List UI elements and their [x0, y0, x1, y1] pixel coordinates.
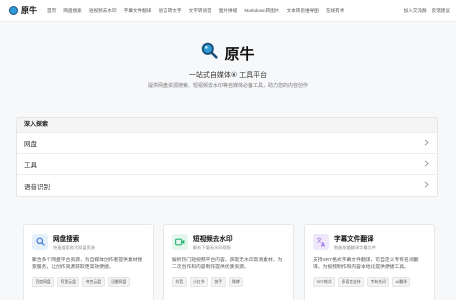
- nav-item-online[interactable]: 在线有术: [326, 8, 344, 14]
- nav-right: 加入交流群 反馈建议: [404, 0, 450, 22]
- chevron-right-icon: [424, 160, 429, 169]
- logo-text: 原牛: [21, 6, 37, 15]
- chevron-right-icon: [424, 139, 429, 148]
- tag: AI翻译: [392, 277, 411, 288]
- logo[interactable]: 原牛: [9, 5, 37, 16]
- card-title: 短视频去水印: [193, 236, 233, 243]
- card-subtitle: 快速搜索各大网盘资源: [53, 244, 95, 250]
- hero-description: 提供网盘资源搜索、短视频去水印等自媒体必备工具，助力您的内容创作: [147, 83, 308, 89]
- video-icon: [172, 233, 188, 250]
- feature-card-netdisk-search[interactable]: 网盘搜索 快速搜索各大网盘资源 聚合多个网盘平台资源，为自媒体创作者提供素材搜索…: [23, 224, 154, 300]
- nav-item-home[interactable]: 首页: [47, 8, 56, 14]
- magnifier-logo-icon: [201, 42, 219, 64]
- card-tags: 抖音 小红书 快手 微博: [172, 277, 285, 288]
- nav-item-netdisk-search[interactable]: 网盘搜索: [63, 8, 81, 14]
- feedback-link[interactable]: 反馈建议: [432, 8, 450, 14]
- tag: 夸克云盘: [82, 277, 105, 288]
- join-group-link[interactable]: 加入交流群: [404, 8, 427, 14]
- nav-item-image-stitch[interactable]: 图片拼缝: [219, 8, 237, 14]
- nav-item-mindmap[interactable]: 文本转思维导图: [287, 8, 319, 14]
- hero-title: 原牛: [224, 45, 255, 63]
- tag: 百度网盘: [32, 277, 55, 288]
- explore-row-speech[interactable]: 语音识别: [17, 175, 437, 196]
- tag: 微博: [228, 277, 244, 288]
- svg-text:A: A: [321, 242, 325, 247]
- explore-panel: 深入探索 网盘 工具 语音识别: [16, 117, 438, 197]
- card-description: 聚合多个网盘平台资源，为自媒体创作者提供素材搜索服务，让创作资源获取更高效便捷。: [32, 257, 143, 270]
- tag: 专有名词: [367, 277, 390, 288]
- chevron-right-icon: [424, 181, 429, 190]
- tag: 快手: [210, 277, 226, 288]
- explore-row-label: 网盘: [24, 141, 37, 148]
- feature-card-watermark-removal[interactable]: 短视频去水印 解析下载无水印视频 解析热门短视频平台内容，获取无水印高清素材，为…: [163, 224, 294, 300]
- card-header: 网盘搜索 快速搜索各大网盘资源: [32, 233, 145, 251]
- nav-item-speech-to-text[interactable]: 语言转文字: [159, 8, 182, 14]
- explore-row-netdisk[interactable]: 网盘: [17, 133, 437, 154]
- nav-item-watermark-removal[interactable]: 短视频去水印: [89, 8, 117, 14]
- card-tags: 百度网盘 阿里云盘 夸克云盘 迅雷网盘: [32, 277, 145, 288]
- tag: 抖音: [172, 277, 187, 288]
- hero-subtitle: 一站式自媒体⑥ 工具平台: [188, 72, 268, 79]
- card-subtitle: 智能批量翻译字幕文件: [334, 244, 376, 250]
- card-description: 支持SRT格式字幕文件翻译，可自定义专有名词翻译，为视频制作和内容本地化提供便捷…: [313, 257, 419, 270]
- nav-item-text-to-speech[interactable]: 文字转语音: [189, 8, 212, 14]
- explore-row-tools[interactable]: 工具: [17, 154, 437, 175]
- explore-row-label: 语音识别: [24, 183, 50, 191]
- nav-menu: 首页 网盘搜索 短视频去水印 字幕文件翻译 语言转文字 文字转语音 图片拼缝 M…: [47, 8, 352, 14]
- card-title: 网盘搜索: [53, 236, 80, 243]
- top-navigation: 原牛 首页 网盘搜索 短视频去水印 字幕文件翻译 语言转文字 文字转语音 图片拼…: [0, 0, 456, 22]
- logo-icon: [9, 6, 18, 15]
- explore-title: 深入探索: [17, 118, 437, 133]
- card-header: 文 A 字幕文件翻译 智能批量翻译字幕文件: [313, 233, 426, 251]
- card-header: 短视频去水印 解析下载无水印视频: [172, 233, 285, 251]
- search-icon: [32, 233, 48, 250]
- nav-item-markdown-to-image[interactable]: Markdown转图片: [244, 8, 279, 14]
- tag: 阿里云盘: [57, 277, 80, 288]
- explore-row-label: 工具: [24, 162, 37, 169]
- tag: SRT格式: [313, 277, 336, 288]
- translate-icon: 文 A: [313, 233, 329, 250]
- card-title: 字幕文件翻译: [334, 236, 374, 243]
- hero-title-row: 原牛: [0, 42, 456, 64]
- card-description: 解析热门短视频平台内容，获取无水印高清素材，为二次创作和内容制作提供优质资源。: [172, 257, 283, 270]
- card-tags: SRT格式 多语言支持 专有名词 AI翻译: [313, 277, 426, 288]
- tag: 迅雷网盘: [107, 277, 130, 288]
- card-subtitle: 解析下载无水印视频: [193, 244, 231, 250]
- nav-item-subtitle-translate[interactable]: 字幕文件翻译: [124, 8, 152, 14]
- feature-card-subtitle-translate[interactable]: 文 A 字幕文件翻译 智能批量翻译字幕文件 支持SRT格式字幕文件翻译，可自定义…: [304, 224, 435, 300]
- tag: 小红书: [189, 277, 208, 288]
- tag: 多语言支持: [338, 277, 365, 288]
